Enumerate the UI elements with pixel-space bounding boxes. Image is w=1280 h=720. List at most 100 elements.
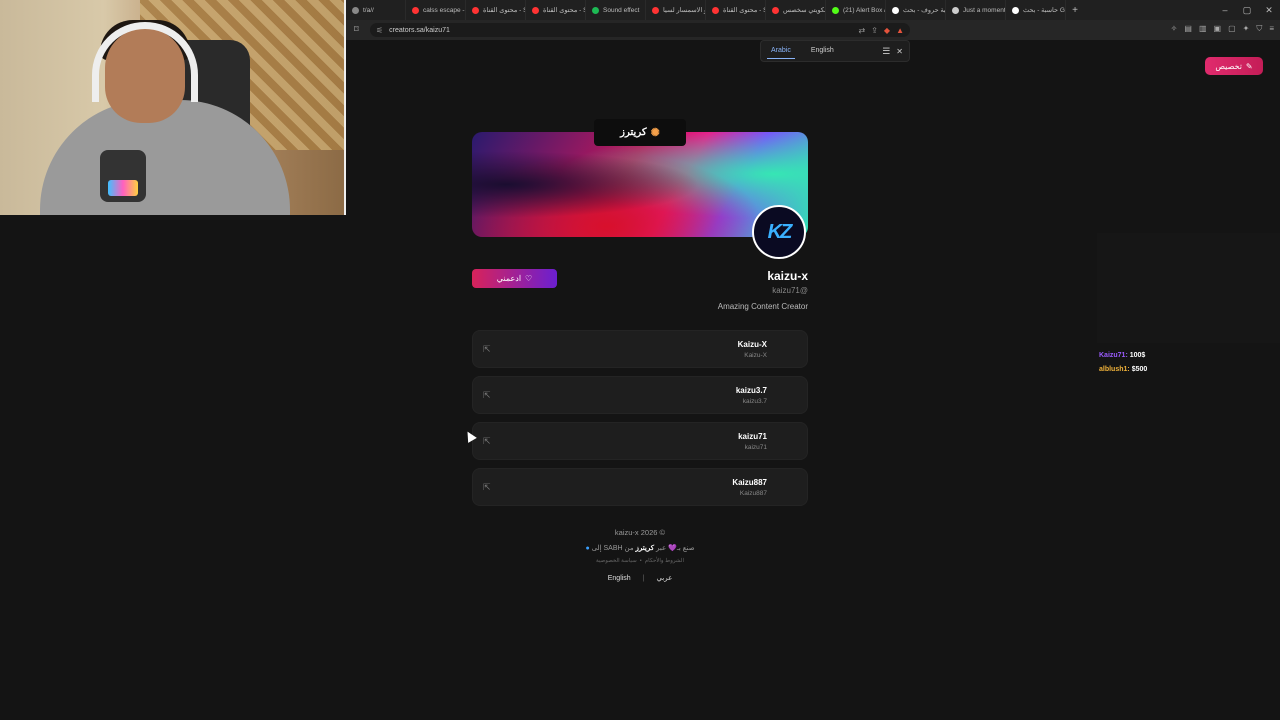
link-card[interactable]: ⇱ Kaizu887 Kaizu887 xyxy=(472,468,808,506)
external-link-icon: ⇱ xyxy=(483,390,491,400)
link-subtitle: kaizu3.7 xyxy=(742,398,767,405)
made-to: إلى xyxy=(591,545,602,552)
pencil-icon: ✎ xyxy=(1245,61,1253,71)
translate-popup: Arabic English ☰ ✕ xyxy=(760,40,910,62)
browser-tab[interactable]: (21) Alert Box / St xyxy=(826,0,886,20)
close-window-button[interactable]: ✕ xyxy=(1258,5,1280,16)
donation-row: alblush1: $500 xyxy=(1099,363,1147,377)
brave-shield-icon[interactable]: ◆ xyxy=(884,26,890,35)
link-title: kaizu71 xyxy=(738,432,767,441)
window-controls: – ▢ ✕ xyxy=(1214,0,1280,20)
browser-tab[interactable]: محتوى القناة - Stu xyxy=(706,0,766,20)
tab-label: الكويتي سخصس xyxy=(783,7,826,14)
screenshot-icon[interactable]: ▢ xyxy=(1228,24,1236,34)
tab-label: Sound effect xyxy=(603,6,640,14)
donor-name: Kaizu71: xyxy=(1099,352,1128,359)
tab-label: t/a// xyxy=(363,6,374,14)
tab-favicon-icon xyxy=(532,6,539,14)
browser-tab[interactable]: حاسبة - بحث Google xyxy=(1006,0,1066,20)
made-brand[interactable]: كريترز xyxy=(636,545,655,552)
globe-icon: ● xyxy=(585,545,590,552)
made-prefix: صنع بـ xyxy=(676,545,695,552)
user-handle: kaizu71@ xyxy=(772,286,808,295)
translate-icon[interactable]: ⇄ xyxy=(859,26,866,35)
heart-icon: 💜 xyxy=(668,545,677,552)
sidebar-icon[interactable]: ▥ xyxy=(1199,24,1207,34)
translate-close-icon[interactable]: ✕ xyxy=(896,47,903,56)
lang-arabic-link[interactable]: عربي xyxy=(656,575,672,582)
footer-language-switch: English | عربي xyxy=(0,574,1280,582)
footer-made-with: صنع بـ💜 عبر كريترز من SABH إلى ● xyxy=(0,544,1280,552)
tab-label: محتوى القناة - Stu xyxy=(723,7,765,14)
support-button[interactable]: ادعمني ♡ xyxy=(472,269,557,288)
browser-tab[interactable]: t/a// xyxy=(346,0,406,20)
bio-text: Amazing Content Creator xyxy=(717,302,808,311)
link-title: Kaizu-X xyxy=(737,340,767,349)
webcam-mic-led xyxy=(108,180,138,196)
site-info-icon[interactable]: ⚟ xyxy=(376,26,383,35)
tab-label: (21) Alert Box / St xyxy=(843,6,886,14)
browser-tab[interactable]: محتوى القناة - Stu xyxy=(466,0,526,20)
footer-copyright: kaizu-x 2026 © xyxy=(614,528,666,537)
browser-tab[interactable]: مترو الاسمسار لسيا xyxy=(646,0,706,20)
url-text: creators.sa/kaizu71 xyxy=(389,26,450,34)
vpn-icon[interactable]: ⛉ xyxy=(1256,24,1262,34)
lang-english-link[interactable]: English xyxy=(608,575,631,582)
terms-link[interactable]: الشروط والأحكام xyxy=(645,558,684,564)
webcam-border xyxy=(344,0,346,215)
browser-tab[interactable]: محتوى القناة - Stu xyxy=(526,0,586,20)
tab-label: محتوى القناة - Stu xyxy=(483,7,525,14)
brand-star-icon: ✺ xyxy=(650,127,660,139)
brand-name: كريترز xyxy=(620,127,647,138)
url-field[interactable]: ⚟ creators.sa/kaizu71 ⇄ ⇪ ◆ ▲ xyxy=(370,23,910,37)
donor-name: alblush1: xyxy=(1099,366,1130,373)
translate-lang-arabic[interactable]: Arabic xyxy=(761,41,801,61)
browser-tab[interactable]: calss escape - You xyxy=(406,0,466,20)
webcam-overlay xyxy=(0,0,346,215)
link-card[interactable]: ⇱ kaizu3.7 kaizu3.7 xyxy=(472,376,808,414)
bookmark-icon[interactable]: ⌑ xyxy=(354,24,359,35)
footer-legal-links: الشروط والأحكام • سياسة الخصوصية xyxy=(596,558,684,564)
brand-logo[interactable]: كريترز ✺ xyxy=(594,119,686,146)
external-link-icon: ⇱ xyxy=(483,344,491,354)
wallet-icon[interactable]: ▣ xyxy=(1214,24,1222,34)
link-subtitle: Kaizu887 xyxy=(739,490,767,497)
tab-favicon-icon xyxy=(472,6,479,14)
translate-lang-english[interactable]: English xyxy=(801,41,844,61)
alert-box-overlay xyxy=(1097,233,1280,343)
tab-favicon-icon xyxy=(652,6,659,14)
browser-tab[interactable]: الكويتي سخصس xyxy=(766,0,826,20)
browser-tab[interactable]: لعبة حروف - بحث xyxy=(886,0,946,20)
share-icon[interactable]: ⇪ xyxy=(871,26,878,35)
maximize-button[interactable]: ▢ xyxy=(1236,5,1258,16)
tab-label: لعبة حروف - بحث xyxy=(903,7,946,14)
browser-tab[interactable]: Sound effect xyxy=(586,0,646,20)
donation-amount: $500 xyxy=(1131,366,1148,373)
customize-button[interactable]: تخصيص ✎ xyxy=(1205,57,1263,75)
browser-tab[interactable]: Just a moment... xyxy=(946,0,1006,20)
menu-icon[interactable]: ≡ xyxy=(1269,24,1274,34)
tab-favicon-icon xyxy=(1012,6,1019,14)
donation-row: Kaizu71: 100$ xyxy=(1099,349,1147,363)
brave-rewards-icon[interactable]: ▲ xyxy=(896,26,904,35)
external-link-icon: ⇱ xyxy=(483,482,491,492)
extensions-icon[interactable]: ✧ xyxy=(1171,24,1178,34)
made-company[interactable]: SABH xyxy=(604,545,623,552)
new-tab-button[interactable]: + xyxy=(1066,5,1084,16)
tab-label: محتوى القناة - Stu xyxy=(543,7,585,14)
tab-favicon-icon xyxy=(952,6,959,14)
link-title: kaizu3.7 xyxy=(735,386,767,395)
translate-menu-icon[interactable]: ☰ xyxy=(882,46,890,57)
customize-label: تخصيص xyxy=(1215,61,1242,71)
link-card[interactable]: ⇱ Kaizu-X Kaizu-X xyxy=(472,330,808,368)
link-card[interactable]: ⇱ kaizu71 kaizu71 xyxy=(472,422,808,460)
tab-favicon-icon xyxy=(832,6,839,14)
privacy-link[interactable]: سياسة الخصوصية xyxy=(596,558,637,564)
link-subtitle: Kaizu-X xyxy=(744,352,767,359)
ai-icon[interactable]: ✦ xyxy=(1243,24,1250,34)
reading-list-icon[interactable]: ▤ xyxy=(1184,24,1192,34)
tab-label: مترو الاسمسار لسيا xyxy=(663,7,705,14)
browser-toolbar: ✧ ▤ ▥ ▣ ▢ ✦ ⛉ ≡ xyxy=(1171,24,1274,34)
tab-favicon-icon xyxy=(592,6,599,14)
minimize-button[interactable]: – xyxy=(1214,5,1236,15)
